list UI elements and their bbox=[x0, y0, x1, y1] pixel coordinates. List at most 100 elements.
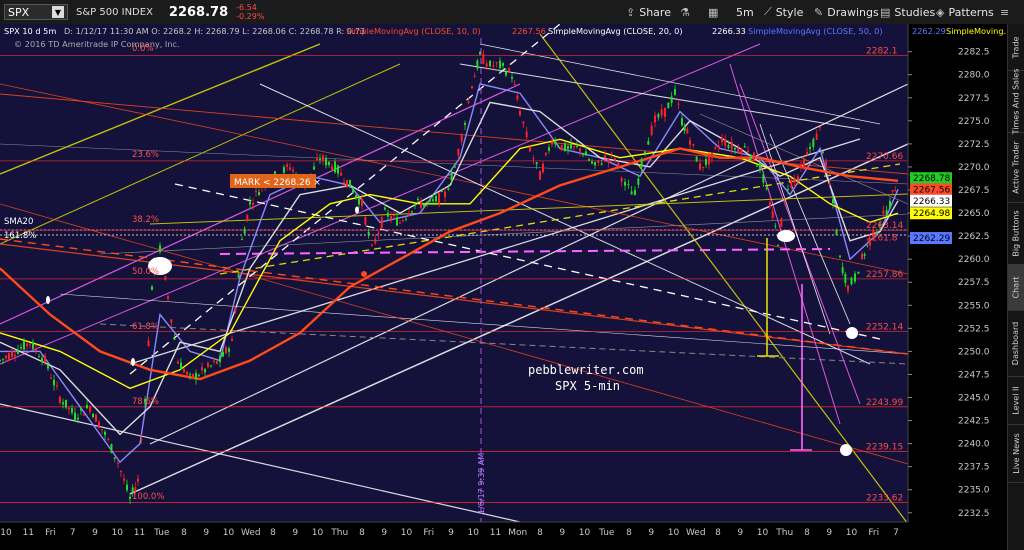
share-button[interactable]: ⇪ Share bbox=[626, 4, 671, 20]
candle-body bbox=[771, 211, 774, 219]
patterns-button[interactable]: ◈ Patterns bbox=[936, 4, 994, 20]
candle-body bbox=[797, 176, 799, 181]
time-tick-label: Wed bbox=[241, 528, 261, 538]
candle-body bbox=[505, 71, 507, 76]
candle-body bbox=[334, 161, 336, 173]
style-button[interactable]: ⟋ Style bbox=[764, 4, 803, 20]
candle-body bbox=[644, 151, 646, 154]
sidebar-tab-dashboard[interactable]: Dashboard bbox=[1008, 310, 1024, 377]
studies-button[interactable]: ▤ Studies bbox=[880, 4, 935, 20]
candle-body bbox=[780, 218, 783, 227]
candle-body bbox=[489, 60, 491, 67]
candle-body bbox=[123, 478, 125, 481]
candle-body bbox=[847, 285, 849, 291]
fib-percent-label: 61.8% bbox=[132, 322, 159, 332]
candle-body bbox=[464, 122, 466, 126]
study-header-text: SPX 10 d 5m bbox=[4, 26, 56, 36]
time-tick-label: Wed bbox=[686, 528, 706, 538]
interval-button[interactable]: 5m bbox=[736, 4, 754, 20]
candle-body bbox=[225, 347, 227, 354]
sidebar-tab-active-trader[interactable]: Active Trader bbox=[1008, 132, 1024, 203]
study-header-text: 2267.56 bbox=[512, 26, 546, 36]
candle-body bbox=[177, 361, 179, 364]
candle-body bbox=[492, 65, 495, 67]
candle-body bbox=[243, 228, 246, 234]
candle-body bbox=[159, 245, 161, 253]
fib-ext-label: 161.8% bbox=[4, 231, 36, 241]
candle-body bbox=[743, 146, 746, 148]
sidebar-tab-chart[interactable]: Chart bbox=[1008, 264, 1024, 311]
candle-body bbox=[180, 362, 182, 370]
sidebar-tab-big-buttons[interactable]: Big Buttons bbox=[1008, 202, 1024, 265]
calendar-icon: ▦ bbox=[708, 5, 719, 19]
price-change: -6.54 -0.29% bbox=[236, 3, 264, 21]
time-tick-label: 8 bbox=[715, 528, 721, 538]
candle-body bbox=[210, 365, 212, 367]
sidebar-tab-label: Dashboard bbox=[1011, 321, 1021, 365]
time-tick-label: Mon bbox=[508, 528, 527, 538]
candle-body bbox=[319, 158, 321, 160]
candle-body bbox=[769, 202, 771, 207]
change-value: -6.54 bbox=[236, 3, 257, 12]
candle-body bbox=[815, 133, 818, 140]
candle-body bbox=[573, 146, 575, 148]
candle-body bbox=[747, 151, 749, 153]
symbol-selector[interactable]: SPX ▼ bbox=[4, 4, 68, 20]
price-tick-label: 2267.5 bbox=[958, 186, 990, 196]
calendar-button[interactable]: ▦ bbox=[708, 4, 718, 20]
candle-body bbox=[717, 145, 720, 149]
sidebar-tab-live-news[interactable]: Live News bbox=[1008, 424, 1024, 483]
candle-body bbox=[508, 68, 510, 72]
candle-body bbox=[83, 414, 85, 416]
candle-body bbox=[588, 159, 590, 161]
candle-body bbox=[657, 113, 660, 118]
time-tick-label: 10 bbox=[401, 528, 413, 538]
chart-toolbar: SPX ▼ S&P 500 INDEX 2268.78 -6.54 -0.29%… bbox=[0, 0, 1024, 25]
flask-icon: ⚗ bbox=[680, 5, 690, 19]
chart-area[interactable]: 2232.5 2235.0 2237.5 2240.0 2242.5 2245.0 2247… bbox=[0, 24, 1008, 550]
candle-body bbox=[183, 369, 185, 373]
candle-body bbox=[554, 141, 557, 145]
candle-body bbox=[692, 144, 695, 146]
last-price: 2268.78 bbox=[168, 4, 229, 20]
candle-body bbox=[882, 210, 885, 214]
candle-body bbox=[328, 161, 330, 165]
chevron-down-icon[interactable]: ▼ bbox=[52, 6, 64, 18]
candle-body bbox=[614, 158, 616, 161]
patterns-icon: ◈ bbox=[936, 5, 945, 19]
time-tick-label: 10 bbox=[223, 528, 235, 538]
candle-body bbox=[38, 356, 40, 358]
price-tick-label: 2275.0 bbox=[958, 117, 990, 127]
candle-body bbox=[617, 162, 620, 166]
candle-body bbox=[532, 157, 535, 159]
sidebar-tab-label: Chart bbox=[1011, 276, 1021, 298]
menu-button[interactable]: ≡ bbox=[1000, 4, 1009, 20]
price-tick-label: 2262.5 bbox=[958, 232, 990, 242]
candle-body bbox=[634, 189, 636, 196]
sidebar-tab-trade[interactable]: Trade bbox=[1008, 24, 1024, 71]
candle-body bbox=[17, 350, 19, 354]
drawings-button[interactable]: ✎ Drawings bbox=[814, 4, 879, 20]
candle-body bbox=[420, 202, 422, 208]
target-circle bbox=[846, 327, 858, 339]
candle-body bbox=[800, 164, 802, 168]
time-tick-label: 10 bbox=[846, 528, 858, 538]
sidebar-tab-level-ii[interactable]: Level II bbox=[1008, 376, 1024, 425]
fib-price-label: 2257.86 bbox=[866, 270, 903, 280]
candle-body bbox=[753, 152, 755, 161]
price-badge-label: 2267.56 bbox=[913, 185, 950, 195]
fib-price-label: 2239.15 bbox=[866, 442, 903, 452]
flask-button[interactable]: ⚗ bbox=[680, 4, 690, 20]
time-tick-label: 8 bbox=[359, 528, 365, 538]
marker-dot bbox=[131, 358, 135, 366]
sidebar-tab-times-and-sales[interactable]: Times And Sales bbox=[1008, 68, 1024, 134]
candle-body bbox=[207, 362, 209, 367]
candle-body bbox=[471, 86, 473, 89]
candle-body bbox=[173, 338, 176, 340]
candle-body bbox=[765, 187, 768, 190]
candle-body bbox=[727, 145, 730, 148]
price-chart[interactable]: 2232.5 2235.0 2237.5 2240.0 2242.5 2245.0 2247… bbox=[0, 24, 1008, 550]
candle-body bbox=[714, 147, 717, 149]
candle-body bbox=[432, 199, 434, 202]
study-header-text: SimpleMoving... bbox=[946, 26, 1008, 36]
